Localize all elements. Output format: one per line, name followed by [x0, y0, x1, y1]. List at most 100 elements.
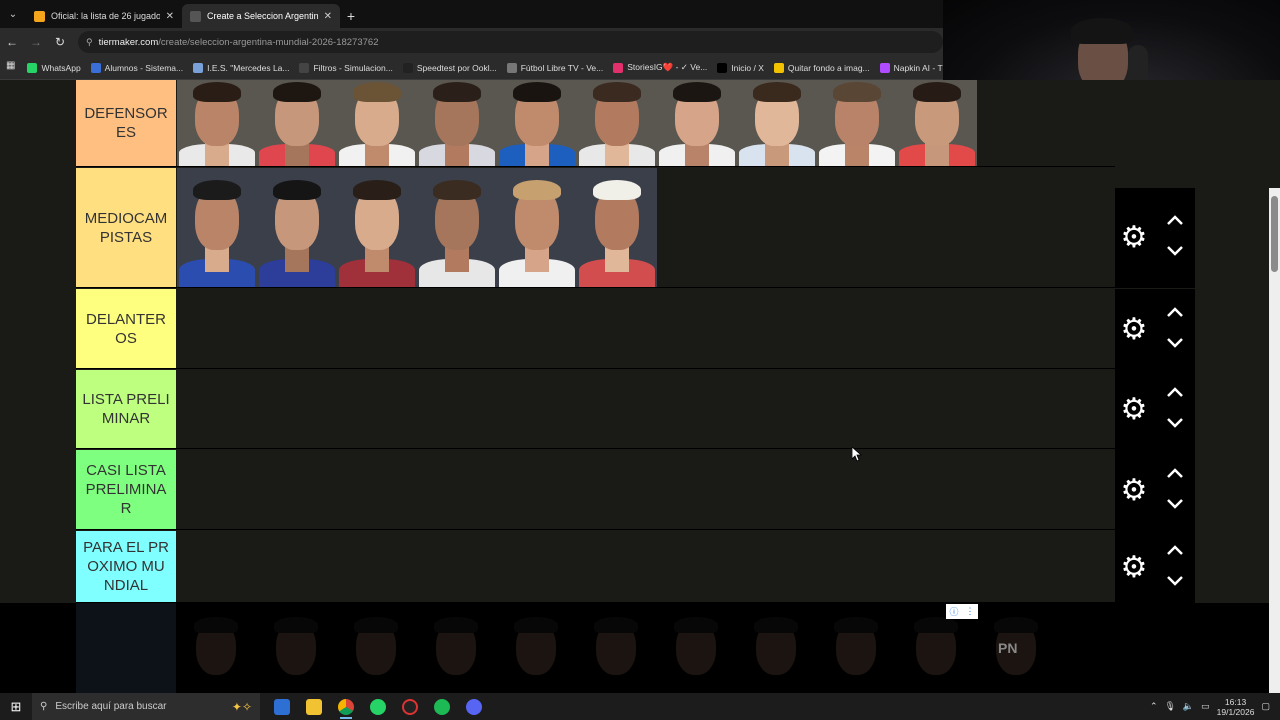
- new-tab-button[interactable]: +: [340, 4, 362, 28]
- tab-search-chevron-icon[interactable]: ⌄: [0, 0, 26, 28]
- tier-label[interactable]: PARA EL PROXIMO MUNDIAL: [76, 531, 176, 602]
- unranked-player-photo[interactable]: [176, 613, 256, 693]
- tier-label[interactable]: LISTA PRELIMINAR: [76, 370, 176, 448]
- player-photo[interactable]: [177, 168, 257, 287]
- unranked-player-photo[interactable]: [656, 613, 736, 693]
- move-tier-down-icon[interactable]: [1163, 574, 1187, 592]
- page-scrollbar-thumb[interactable]: [1271, 196, 1278, 272]
- player-photo[interactable]: [577, 168, 657, 287]
- player-photo[interactable]: [897, 80, 977, 166]
- network-icon[interactable]: ▭: [1201, 701, 1210, 712]
- windows-start-icon[interactable]: ⊞: [0, 699, 32, 715]
- tier-label[interactable]: DELANTEROS: [76, 289, 176, 368]
- move-tier-up-icon[interactable]: [1163, 543, 1187, 561]
- volume-icon[interactable]: 🔈: [1183, 701, 1194, 712]
- bookmark-item[interactable]: Napkin AI - Th: [879, 62, 948, 73]
- unranked-player-photo[interactable]: [576, 613, 656, 693]
- tier-controls: ⚙: [1115, 289, 1195, 370]
- bookmark-item[interactable]: WhatsApp: [27, 62, 81, 73]
- back-arrow-icon[interactable]: ←: [0, 35, 24, 49]
- unranked-player-photo[interactable]: [896, 613, 976, 693]
- move-tier-down-icon[interactable]: [1163, 336, 1187, 354]
- player-photo[interactable]: [737, 80, 817, 166]
- taskbar-spotify-icon[interactable]: [426, 693, 458, 720]
- tray-chevron-up-icon[interactable]: ⌃: [1150, 701, 1158, 712]
- bookmark-item[interactable]: Fútbol Libre TV - Ve...: [506, 62, 603, 73]
- move-tier-up-icon[interactable]: [1163, 466, 1187, 484]
- microphone-icon[interactable]: 🎙: [1164, 701, 1175, 712]
- player-photo[interactable]: [337, 80, 417, 166]
- bookmark-item[interactable]: StoriesIG❤️ - ✓ Ve...: [613, 62, 707, 73]
- move-tier-up-icon[interactable]: [1163, 213, 1187, 231]
- player-photo[interactable]: [657, 80, 737, 166]
- address-bar[interactable]: ⚲ tiermaker.com /create/seleccion-argent…: [78, 31, 943, 53]
- tier-items-dropzone[interactable]: [177, 80, 977, 166]
- webcam-person-hair: [1071, 18, 1133, 44]
- bookmark-item[interactable]: Inicio / X: [717, 62, 764, 73]
- bookmark-item[interactable]: Filtros - Simulacion...: [299, 62, 393, 73]
- taskbar-chrome-icon[interactable]: [330, 693, 362, 720]
- player-photo[interactable]: [417, 80, 497, 166]
- unranked-player-photo[interactable]: [416, 613, 496, 693]
- browser-toolbar: ← → ↻ ⚲ tiermaker.com /create/seleccion-…: [0, 28, 943, 56]
- tab-oficial-lista[interactable]: Oficial: la lista de 26 jugadores d ✕: [26, 4, 182, 28]
- player-photo[interactable]: [337, 168, 417, 287]
- copilot-sparkle-icon[interactable]: ✦✧: [232, 700, 252, 714]
- tier-label[interactable]: CASI LISTAPRELIMINAR: [76, 450, 176, 529]
- forward-arrow-icon[interactable]: →: [24, 35, 48, 49]
- bookmark-item[interactable]: Quitar fondo a imag...: [773, 62, 870, 73]
- bookmark-favicon-icon: [613, 62, 624, 73]
- taskbar-file-explorer-icon[interactable]: [298, 693, 330, 720]
- reload-icon[interactable]: ↻: [48, 35, 72, 49]
- taskbar-discord-icon[interactable]: [458, 693, 490, 720]
- taskbar-store-icon[interactable]: [266, 693, 298, 720]
- tier-settings-gear-icon[interactable]: ⚙: [1118, 313, 1150, 346]
- bookmark-item[interactable]: I.E.S. "Mercedes La...: [193, 62, 289, 73]
- taskbar-search-box[interactable]: ⚲ Escribe aquí para buscar ✦✧: [32, 693, 260, 720]
- bookmark-favicon-icon: [879, 62, 890, 73]
- unranked-player-photo[interactable]: [496, 613, 576, 693]
- bookmark-label: Napkin AI - Th: [893, 62, 948, 73]
- tier-settings-gear-icon[interactable]: ⚙: [1118, 394, 1150, 426]
- tab-title: Oficial: la lista de 26 jugadores d: [51, 11, 160, 21]
- tier-settings-gear-icon[interactable]: ⚙: [1118, 474, 1150, 507]
- tab-close-icon[interactable]: ✕: [166, 11, 174, 22]
- player-photo[interactable]: [577, 80, 657, 166]
- tab-create-seleccion[interactable]: Create a Seleccion Argentina Mu ✕: [182, 4, 340, 28]
- player-photo[interactable]: [257, 80, 337, 166]
- site-info-icon[interactable]: ⚲: [86, 37, 93, 48]
- ad-choices-badge[interactable]: ⓘ ⋮: [946, 604, 978, 619]
- tier-items-dropzone[interactable]: [177, 168, 657, 287]
- unranked-player-photo[interactable]: [816, 613, 896, 693]
- bookmark-item[interactable]: Speedtest por Ookl...: [402, 62, 497, 73]
- player-photo[interactable]: [817, 80, 897, 166]
- tab-close-icon[interactable]: ✕: [324, 11, 332, 22]
- player-photo[interactable]: [497, 80, 577, 166]
- apps-grid-icon[interactable]: ▦: [6, 60, 15, 76]
- tier-label[interactable]: MEDIOCAMPISTAS: [76, 168, 176, 287]
- ad-menu-icon[interactable]: ⋮: [965, 606, 974, 617]
- tier-label[interactable]: DEFENSORES: [76, 80, 176, 166]
- player-hair: [273, 82, 321, 102]
- notifications-icon[interactable]: ▢: [1261, 701, 1270, 712]
- taskbar-whatsapp-icon[interactable]: [362, 693, 394, 720]
- player-photo[interactable]: [177, 80, 257, 166]
- move-tier-down-icon[interactable]: [1163, 244, 1187, 262]
- unranked-player-photo[interactable]: [336, 613, 416, 693]
- tier-settings-gear-icon[interactable]: ⚙: [1118, 551, 1150, 584]
- player-photo[interactable]: [417, 168, 497, 287]
- player-photo[interactable]: [257, 168, 337, 287]
- move-tier-up-icon[interactable]: [1163, 305, 1187, 323]
- taskbar-app-icon[interactable]: [394, 693, 426, 720]
- bookmark-item[interactable]: Alumnos - Sistema...: [90, 62, 183, 73]
- taskbar-clock[interactable]: 16:13 19/1/2026: [1217, 697, 1255, 717]
- unranked-player-photo[interactable]: [736, 613, 816, 693]
- unranked-player-photo[interactable]: [256, 613, 336, 693]
- tier-row: LISTA PRELIMINAR: [76, 370, 1115, 449]
- player-photo[interactable]: [497, 168, 577, 287]
- move-tier-down-icon[interactable]: [1163, 497, 1187, 515]
- ad-info-icon[interactable]: ⓘ: [949, 605, 958, 618]
- move-tier-up-icon[interactable]: [1163, 385, 1187, 403]
- move-tier-down-icon[interactable]: [1163, 416, 1187, 434]
- tier-settings-gear-icon[interactable]: ⚙: [1118, 222, 1150, 254]
